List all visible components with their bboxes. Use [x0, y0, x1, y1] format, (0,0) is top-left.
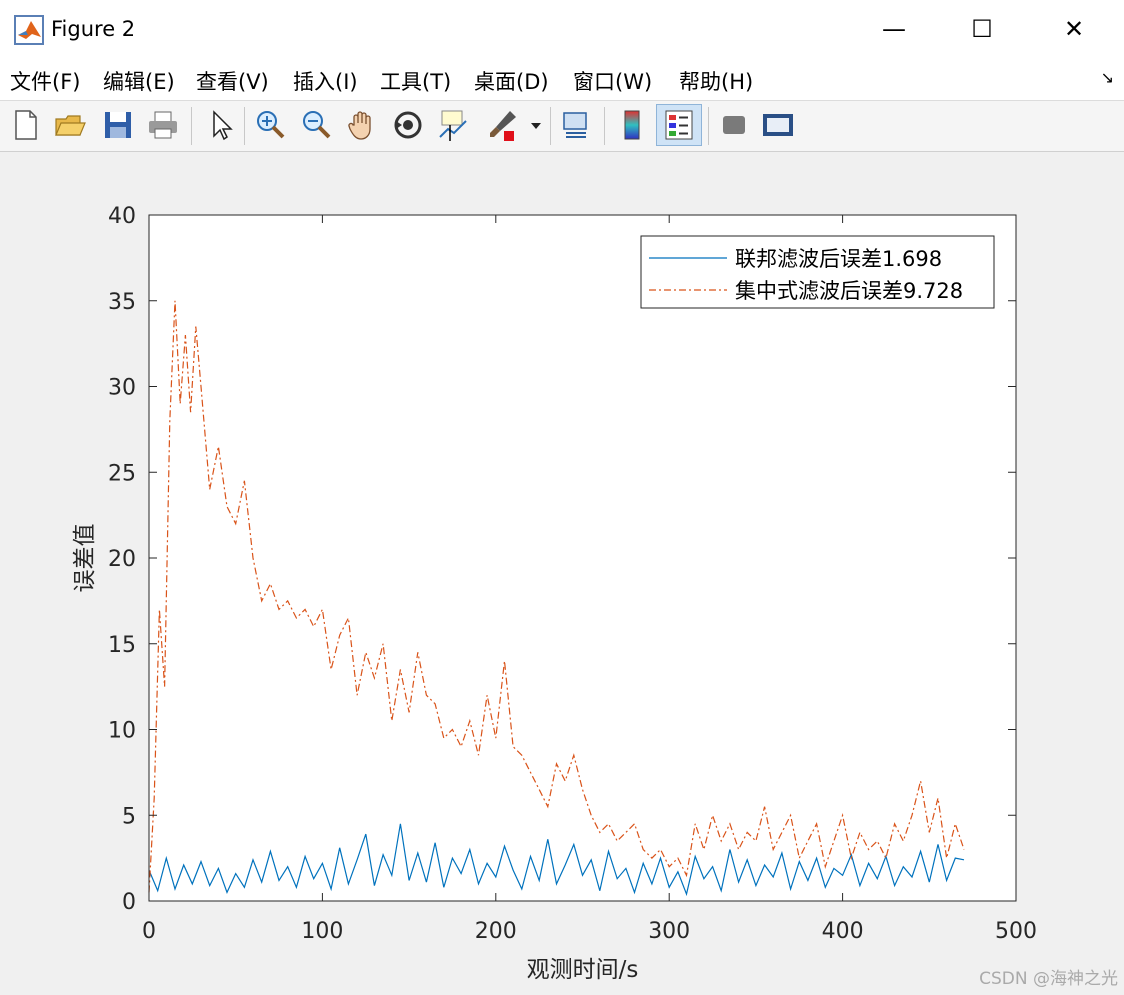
menu-insert[interactable]: 插入(I) [293, 66, 358, 96]
colorbar-icon[interactable] [614, 107, 650, 143]
axes-background[interactable] [149, 215, 1016, 901]
window-title: Figure 2 [51, 17, 136, 41]
menu-file[interactable]: 文件(F) [10, 66, 80, 96]
zoom-out-icon[interactable] [298, 107, 334, 143]
brush-icon[interactable] [484, 107, 520, 143]
legend-button[interactable] [656, 104, 702, 146]
y-tick-label: 40 [108, 204, 136, 229]
legend-entry-series-1: 联邦滤波后误差1.698 [735, 247, 942, 271]
open-file-icon[interactable] [52, 107, 88, 143]
y-tick-label: 20 [108, 547, 136, 572]
brush-dropdown-icon[interactable] [528, 107, 544, 143]
print-icon[interactable] [145, 107, 181, 143]
y-axis-label: 误差值 [72, 524, 98, 593]
y-tick-label: 5 [122, 804, 136, 829]
x-tick-label: 0 [142, 919, 156, 944]
select-pointer-icon[interactable] [202, 107, 238, 143]
maximize-button[interactable]: ☐ [936, 0, 1028, 58]
x-tick-label: 300 [648, 919, 690, 944]
toolbar-separator [191, 107, 192, 145]
y-tick-label: 10 [108, 719, 136, 744]
legend-icon [665, 110, 693, 140]
pan-hand-icon[interactable] [344, 107, 380, 143]
toolbar-separator [708, 107, 709, 145]
save-icon[interactable] [100, 107, 136, 143]
y-tick-label: 35 [108, 290, 136, 315]
x-axis-label: 观测时间/s [527, 957, 639, 983]
show-plot-tools-icon[interactable] [760, 107, 796, 143]
x-tick-label: 200 [475, 919, 517, 944]
figure-toolbar [0, 101, 1124, 152]
menu-window[interactable]: 窗口(W) [573, 66, 652, 96]
y-tick-label: 30 [108, 376, 136, 401]
toolbar-separator [244, 107, 245, 145]
minimize-icon: — [882, 15, 906, 43]
menu-edit[interactable]: 编辑(E) [103, 66, 175, 96]
rotate-3d-icon[interactable] [390, 107, 426, 143]
maximize-icon: ☐ [971, 15, 993, 43]
data-cursor-icon[interactable] [436, 107, 472, 143]
zoom-in-icon[interactable] [252, 107, 288, 143]
close-icon: ✕ [1063, 15, 1085, 43]
x-tick-label: 400 [822, 919, 864, 944]
menu-view[interactable]: 查看(V) [196, 66, 269, 96]
menu-desktop[interactable]: 桌面(D) [474, 66, 549, 96]
y-tick-label: 0 [122, 890, 136, 915]
x-tick-label: 500 [995, 919, 1037, 944]
new-figure-icon[interactable] [8, 107, 44, 143]
menu-tools[interactable]: 工具(T) [380, 66, 451, 96]
minimize-button[interactable]: — [848, 0, 940, 58]
watermark: CSDN @海神之光 [979, 969, 1118, 989]
close-button[interactable]: ✕ [1028, 0, 1120, 58]
matlab-logo-icon [14, 15, 44, 45]
legend-entry-series-2: 集中式滤波后误差9.728 [735, 279, 963, 303]
x-tick-label: 100 [301, 919, 343, 944]
y-tick-label: 15 [108, 633, 136, 658]
title-bar: Figure 2 — ☐ ✕ [0, 0, 1124, 58]
toolbar-separator [604, 107, 605, 145]
toolbar-separator [550, 107, 551, 145]
menu-help[interactable]: 帮助(H) [679, 66, 753, 96]
legend[interactable]: 联邦滤波后误差1.698 集中式滤波后误差9.728 [640, 235, 995, 309]
menu-bar: 文件(F) 编辑(E) 查看(V) 插入(I) 工具(T) 桌面(D) 窗口(W… [0, 58, 1124, 101]
link-plot-icon[interactable] [558, 107, 594, 143]
dock-arrow-icon[interactable]: ↘ [1101, 68, 1114, 87]
hide-plot-tools-icon[interactable] [716, 107, 752, 143]
y-tick-label: 25 [108, 461, 136, 486]
figure-canvas[interactable]: 0 100 200 300 400 500 0 5 10 15 20 25 30 35 40 观测时间/s… [0, 152, 1124, 995]
